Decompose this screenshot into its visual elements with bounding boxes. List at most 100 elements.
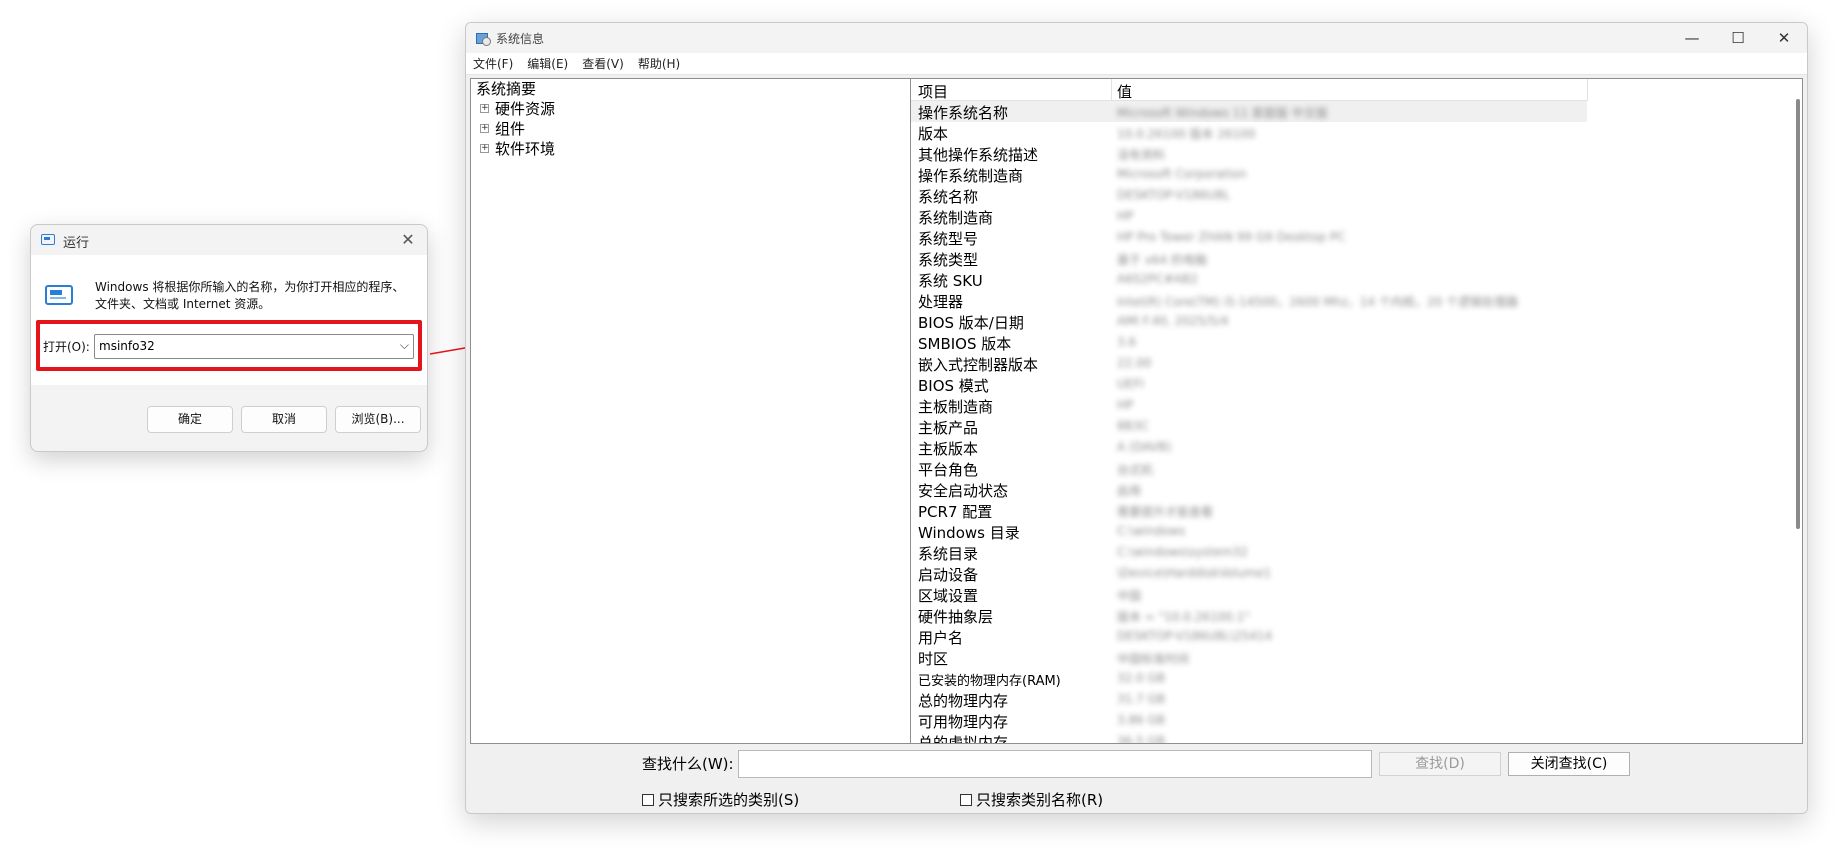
row-value: Intel(R) Core(TM) i5-14500，2600 Mhz，14 个… (1117, 295, 1518, 309)
row-key: 其他操作系统描述 (918, 146, 1039, 164)
browse-button[interactable]: 浏览(B)... (335, 406, 421, 433)
table-row[interactable]: 主板制造商 HP (911, 395, 1587, 416)
run-titlebar: 运行 ✕ (31, 225, 427, 255)
table-row[interactable]: 总的物理内存 31.7 GB (911, 689, 1587, 710)
row-key: 系统目录 (918, 545, 979, 563)
row-value: 3.6 (1117, 335, 1137, 349)
row-value: HP Pro Tower ZHAN 99 G9 Desktop PC (1117, 230, 1346, 244)
table-row[interactable]: Windows 目录 C:\windows (911, 521, 1587, 542)
checkbox-box[interactable] (960, 793, 972, 806)
table-row[interactable]: 操作系统制造商 Microsoft Corporation (911, 164, 1587, 185)
table-row[interactable]: 其他操作系统描述 没有资料 (911, 143, 1587, 164)
close-icon[interactable]: ✕ (1761, 23, 1807, 53)
table-row[interactable]: 系统 SKU A6S2PC#AB2 (911, 269, 1587, 290)
table-row[interactable]: 主板产品 8B3C (911, 416, 1587, 437)
maximize-icon[interactable]: ☐ (1715, 23, 1761, 53)
row-value: Microsoft Corporation (1117, 167, 1247, 181)
row-key: 时区 (918, 650, 949, 668)
menu-edit[interactable]: 编辑(E) (520, 53, 575, 74)
expand-icon[interactable]: + (480, 124, 489, 133)
row-key: PCR7 配置 (918, 503, 993, 521)
row-key: 嵌入式控制器版本 (918, 356, 1039, 374)
row-value: 中国 (1117, 589, 1142, 603)
menu-file[interactable]: 文件(F) (466, 53, 520, 74)
find-button[interactable]: 查找(D) (1379, 752, 1501, 776)
row-value: 36.5 GB (1117, 734, 1166, 744)
search-selected-category-checkbox[interactable]: 只搜索所选的类别(S) (642, 789, 799, 810)
table-row[interactable]: 区域设置 中国 (911, 584, 1587, 605)
table-row[interactable]: 启动设备 \Device\HarddiskVolume1 (911, 563, 1587, 584)
row-value: 8B3C (1117, 419, 1149, 433)
row-key: SMBIOS 版本 (918, 335, 1012, 353)
row-key: 区域设置 (918, 587, 979, 605)
expand-icon[interactable]: + (480, 144, 489, 153)
row-value: UEFI (1117, 377, 1144, 391)
row-key: BIOS 版本/日期 (918, 314, 1024, 332)
table-row[interactable]: 平台角色 台式机 (911, 458, 1587, 479)
table-row[interactable]: 版本 10.0.26100 版本 26100 (911, 122, 1587, 143)
column-header-value[interactable]: 值 (1117, 81, 1132, 102)
table-row[interactable]: 主板版本 A (DAVB) (911, 437, 1587, 458)
table-row[interactable]: PCR7 配置 需要提升才能查看 (911, 500, 1587, 521)
search-category-names-checkbox[interactable]: 只搜索类别名称(R) (960, 789, 1103, 810)
checkbox-box[interactable] (642, 793, 654, 806)
row-key: 主板版本 (918, 440, 979, 458)
row-value: DESKTOP-V186U8L (1117, 188, 1230, 202)
row-value: 中国标准时间 (1117, 652, 1190, 666)
tree-item-hardware-resources[interactable]: 硬件资源 (495, 100, 555, 118)
table-row[interactable]: 操作系统名称 Microsoft Windows 11 家庭版 中文版 (911, 101, 1587, 122)
row-value: 31.7 GB (1117, 692, 1166, 706)
find-input[interactable] (738, 750, 1372, 778)
table-row[interactable]: 系统型号 HP Pro Tower ZHAN 99 G9 Desktop PC (911, 227, 1587, 248)
tree-item-components[interactable]: 组件 (495, 120, 525, 138)
row-value: 10.0.26100 版本 26100 (1117, 127, 1256, 141)
table-row[interactable]: 用户名 DESKTOP-V186U8L\25414 (911, 626, 1587, 647)
row-key: 安全启动状态 (918, 482, 1009, 500)
ok-button[interactable]: 确定 (147, 406, 233, 433)
table-row[interactable]: 安全启动状态 启用 (911, 479, 1587, 500)
row-value: 没有资料 (1117, 148, 1166, 162)
category-tree: 系统摘要 + 硬件资源 + 组件 + 软件环境 (470, 78, 912, 744)
menu-bar: 文件(F) 编辑(E) 查看(V) 帮助(H) (466, 53, 1807, 75)
open-input[interactable]: msinfo32 ⌵ (94, 334, 414, 359)
table-row[interactable]: 可用物理内存 3.86 GB (911, 710, 1587, 731)
close-find-button[interactable]: 关闭查找(C) (1508, 752, 1630, 776)
tree-item-system-summary[interactable]: 系统摘要 (476, 80, 536, 98)
table-row[interactable]: 总的虚拟内存 36.5 GB (911, 731, 1587, 744)
row-key: 操作系统名称 (918, 104, 1009, 122)
row-key: 主板制造商 (918, 398, 994, 416)
row-key: 系统名称 (918, 188, 979, 206)
menu-help[interactable]: 帮助(H) (631, 53, 687, 74)
cancel-button[interactable]: 取消 (241, 406, 327, 433)
chevron-down-icon[interactable]: ⌵ (400, 338, 409, 353)
table-row[interactable]: 系统目录 C:\windows\system32 (911, 542, 1587, 563)
table-row[interactable]: 系统类型 基于 x64 的电脑 (911, 248, 1587, 269)
close-icon[interactable]: ✕ (397, 229, 419, 251)
find-bar: 查找什么(W): 查找(D) 关闭查找(C) 只搜索所选的类别(S) 只搜索类别… (466, 745, 1807, 813)
row-value: Microsoft Windows 11 家庭版 中文版 (1117, 106, 1328, 120)
vertical-scrollbar[interactable] (1796, 99, 1800, 529)
table-row[interactable]: BIOS 模式 UEFI (911, 374, 1587, 395)
system-info-icon (476, 31, 491, 46)
table-row[interactable]: 时区 中国标准时间 (911, 647, 1587, 668)
row-value: 32.0 GB (1117, 671, 1166, 685)
column-header-item[interactable]: 项目 (918, 81, 948, 102)
column-divider[interactable] (1587, 79, 1588, 101)
column-divider[interactable] (1111, 79, 1112, 101)
table-row[interactable]: SMBIOS 版本 3.6 (911, 332, 1587, 353)
table-row[interactable]: 系统制造商 HP (911, 206, 1587, 227)
row-key: 平台角色 (918, 461, 979, 479)
row-value: 22.00 (1117, 356, 1152, 370)
table-row[interactable]: 嵌入式控制器版本 22.00 (911, 353, 1587, 374)
tree-item-software-environment[interactable]: 软件环境 (495, 140, 555, 158)
row-key: 操作系统制造商 (918, 167, 1024, 185)
table-row[interactable]: BIOS 版本/日期 AMI F.40, 2025/5/4 (911, 311, 1587, 332)
table-row[interactable]: 已安装的物理内存(RAM) 32.0 GB (911, 668, 1587, 689)
table-row[interactable]: 硬件抽象层 版本 = "10.0.26100.1" (911, 605, 1587, 626)
minimize-icon[interactable]: — (1669, 23, 1715, 53)
menu-view[interactable]: 查看(V) (575, 53, 631, 74)
table-row[interactable]: 处理器 Intel(R) Core(TM) i5-14500，2600 Mhz，1… (911, 290, 1587, 311)
run-app-icon (41, 234, 55, 245)
expand-icon[interactable]: + (480, 104, 489, 113)
table-row[interactable]: 系统名称 DESKTOP-V186U8L (911, 185, 1587, 206)
